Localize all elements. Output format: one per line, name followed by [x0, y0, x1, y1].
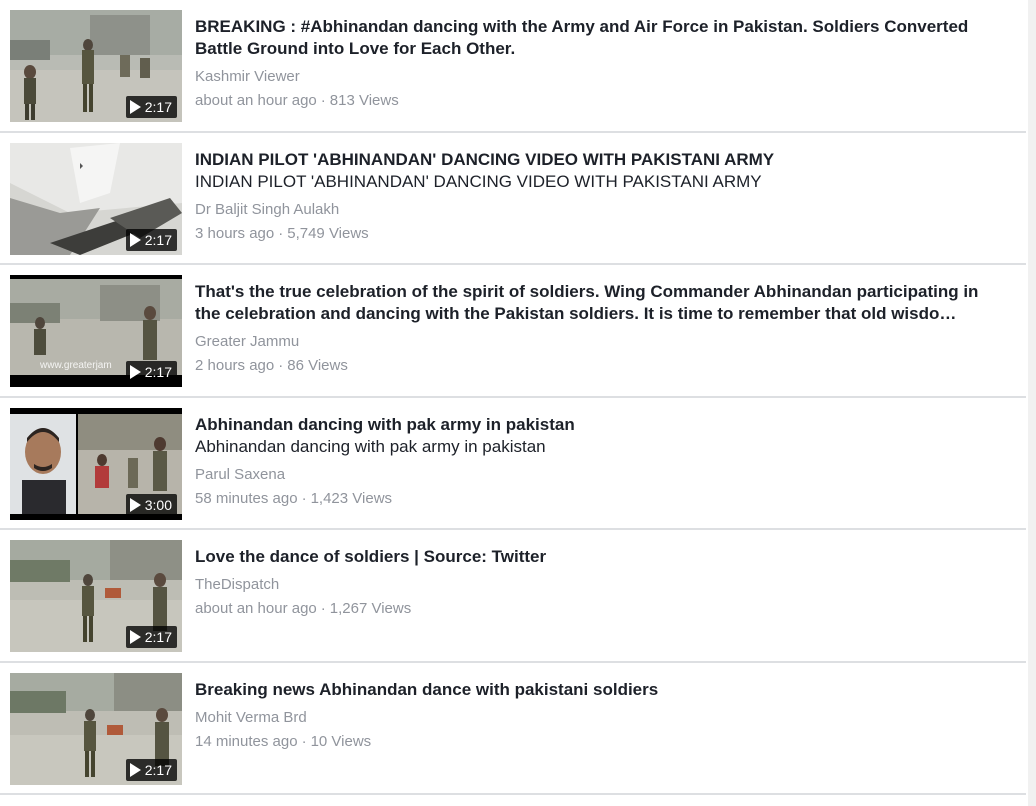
- separator-dot: ·: [320, 600, 326, 617]
- channel-name[interactable]: Mohit Verma Brd: [195, 709, 1008, 727]
- duration-label: 2:17: [144, 761, 172, 778]
- video-title[interactable]: Love the dance of soldiers | Source: Twi…: [195, 546, 1008, 568]
- play-icon: [129, 100, 141, 114]
- video-result-item[interactable]: 2:17 BREAKING : #Abhinandan dancing with…: [0, 0, 1026, 133]
- view-count: 813 Views: [329, 92, 399, 109]
- video-meta: Love the dance of soldiers | Source: Twi…: [195, 546, 1008, 618]
- duration-label: 2:17: [144, 99, 172, 115]
- video-duration-badge: 2:17: [125, 361, 177, 383]
- separator-dot: ·: [278, 357, 284, 374]
- view-count: 86 Views: [287, 357, 348, 374]
- video-title[interactable]: Breaking news Abhinandan dance with paki…: [195, 679, 1008, 701]
- posted-time: about an hour ago: [195, 600, 317, 617]
- video-results-list: 2:17 BREAKING : #Abhinandan dancing with…: [0, 0, 1026, 806]
- play-icon: [129, 762, 141, 777]
- video-thumbnail[interactable]: 2:17: [10, 10, 182, 122]
- video-thumbnail[interactable]: 2:17: [10, 672, 182, 785]
- video-result-item[interactable]: 2:17 Love the dance of soldiers | Source…: [0, 530, 1026, 663]
- posted-time: about an hour ago: [195, 92, 317, 109]
- video-stats: 14 minutes ago · 10 Views: [195, 733, 1008, 751]
- video-result-item[interactable]: 3:00 Abhinandan dancing with pak army in…: [0, 398, 1026, 530]
- video-meta: BREAKING : #Abhinandan dancing with the …: [195, 16, 1008, 110]
- video-duration-badge: 2:17: [125, 228, 177, 251]
- video-title[interactable]: INDIAN PILOT 'ABHINANDAN' DANCING VIDEO …: [195, 149, 1008, 171]
- video-thumbnail[interactable]: 2:17: [10, 142, 182, 255]
- play-icon: [129, 232, 141, 247]
- duration-label: 2:17: [144, 629, 172, 645]
- video-title[interactable]: Abhinandan dancing with pak army in paki…: [195, 414, 1008, 436]
- video-meta: Breaking news Abhinandan dance with paki…: [195, 679, 1008, 751]
- video-stats: 2 hours ago · 86 Views: [195, 357, 1008, 375]
- page-scrollbar[interactable]: [1028, 0, 1036, 806]
- duration-label: 2:17: [144, 231, 172, 248]
- play-icon: [129, 630, 141, 644]
- video-duration-badge: 2:17: [125, 758, 177, 781]
- channel-name[interactable]: Parul Saxena: [195, 466, 1008, 484]
- video-thumbnail[interactable]: 3:00: [10, 407, 182, 520]
- video-result-item[interactable]: 2:17 INDIAN PILOT 'ABHINANDAN' DANCING V…: [0, 133, 1026, 265]
- video-stats: about an hour ago · 813 Views: [195, 92, 1008, 110]
- posted-time: 58 minutes ago: [195, 489, 298, 507]
- thumbnail-watermark: www.greaterjam: [39, 360, 112, 371]
- play-icon: [129, 497, 141, 512]
- video-thumbnail[interactable]: www.greaterjam 2:17: [10, 275, 182, 387]
- duration-label: 2:17: [144, 364, 172, 380]
- video-stats: 58 minutes ago · 1,423 Views: [195, 490, 1008, 508]
- video-thumbnail[interactable]: 2:17: [10, 540, 182, 652]
- separator-dot: ·: [278, 224, 284, 242]
- video-description: INDIAN PILOT 'ABHINANDAN' DANCING VIDEO …: [195, 171, 762, 191]
- video-stats: about an hour ago · 1,267 Views: [195, 600, 1008, 618]
- channel-name[interactable]: TheDispatch: [195, 576, 1008, 594]
- video-stats: 3 hours ago · 5,749 Views: [195, 225, 1008, 243]
- view-count: 5,749 Views: [287, 224, 369, 242]
- separator-dot: ·: [301, 489, 307, 507]
- posted-time: 3 hours ago: [195, 224, 275, 242]
- posted-time: 2 hours ago: [195, 357, 275, 374]
- video-result-item[interactable]: www.greaterjam 2:17 That's the true cele…: [0, 265, 1026, 398]
- video-meta: INDIAN PILOT 'ABHINANDAN' DANCING VIDEO …: [195, 149, 1008, 243]
- video-result-item[interactable]: 2:17 Breaking news Abhinandan dance with…: [0, 663, 1026, 795]
- view-count: 1,267 Views: [329, 600, 412, 617]
- video-duration-badge: 2:17: [125, 96, 177, 118]
- play-icon: [129, 365, 141, 379]
- video-duration-badge: 2:17: [125, 626, 177, 648]
- view-count: 10 Views: [310, 732, 372, 750]
- video-duration-badge: 3:00: [125, 493, 177, 516]
- separator-dot: ·: [320, 92, 326, 109]
- video-title[interactable]: That's the true celebration of the spiri…: [195, 281, 1008, 325]
- channel-name[interactable]: Dr Baljit Singh Aulakh: [195, 201, 1008, 219]
- video-description: Abhinandan dancing with pak army in paki…: [195, 436, 546, 456]
- posted-time: 14 minutes ago: [195, 732, 298, 750]
- video-title[interactable]: BREAKING : #Abhinandan dancing with the …: [195, 16, 1008, 60]
- video-meta: That's the true celebration of the spiri…: [195, 281, 1008, 375]
- separator-dot: ·: [301, 732, 307, 750]
- duration-label: 3:00: [144, 496, 172, 513]
- channel-name[interactable]: Kashmir Viewer: [195, 68, 1008, 86]
- video-meta: Abhinandan dancing with pak army in paki…: [195, 414, 1008, 508]
- channel-name[interactable]: Greater Jammu: [195, 333, 1008, 351]
- view-count: 1,423 Views: [310, 489, 393, 507]
